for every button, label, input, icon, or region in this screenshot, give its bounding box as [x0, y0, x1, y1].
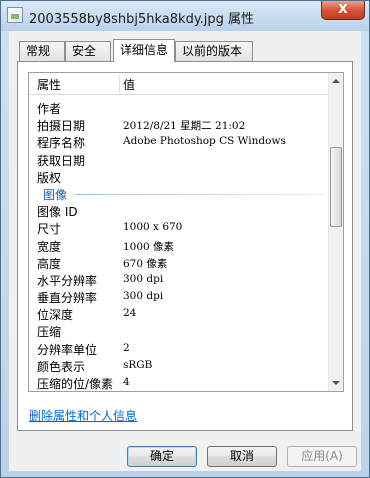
dialog-client: 常规 安全 详细信息 以前的版本 属性 值 作者 拍摄日期 2012/8/21 … [9, 31, 361, 471]
column-header-property[interactable]: 属性 [37, 76, 61, 93]
list-item[interactable]: 获取日期 [29, 151, 329, 168]
title-bar[interactable]: 2003558by8shbj5hka8kdy.jpg 属性 X [1, 1, 369, 31]
close-button[interactable]: X [321, 1, 365, 20]
list-item[interactable]: 颜色表示 sRGB [29, 357, 329, 374]
vertical-scrollbar[interactable] [328, 73, 343, 391]
property-value: 2 [123, 341, 130, 354]
scroll-down-arrow-icon[interactable] [332, 381, 340, 385]
property-name: 水平分辨率 [37, 273, 98, 288]
group-label: 图像 [43, 187, 68, 202]
remove-properties-link[interactable]: 删除属性和个人信息 [29, 407, 137, 424]
apply-button[interactable]: 应用(A) [287, 446, 357, 467]
property-name: 分辨率单位 [37, 342, 98, 357]
list-item[interactable]: 位深度 24 [29, 305, 329, 322]
image-file-icon [7, 7, 23, 23]
property-name: 程序名称 [37, 136, 86, 151]
property-value: 670 像素 [123, 257, 168, 270]
list-item[interactable]: 压缩 [29, 322, 329, 339]
property-value: sRGB [123, 358, 153, 371]
column-divider[interactable] [119, 75, 120, 93]
property-name: 压缩 [37, 325, 62, 340]
list-item[interactable]: 作者 [29, 99, 329, 116]
list-item[interactable]: 宽度 1000 像素 [29, 237, 329, 254]
group-header-image: 图像 [29, 185, 329, 202]
property-value: 2012/8/21 星期二 21:02 [123, 120, 246, 133]
property-name: 作者 [37, 102, 62, 116]
list-item[interactable]: 版权 [29, 168, 329, 185]
property-name: 颜色表示 [37, 359, 86, 374]
list-item[interactable]: 尺寸 1000 x 670 [29, 219, 329, 236]
property-name: 拍摄日期 [37, 119, 86, 134]
list-item[interactable]: 水平分辨率 300 dpi [29, 271, 329, 288]
property-name: 获取日期 [37, 153, 86, 168]
list-header: 属性 值 [29, 73, 329, 95]
property-value: Adobe Photoshop CS Windows [123, 135, 286, 148]
list-item[interactable]: 高度 670 像素 [29, 254, 329, 271]
property-value: 4 [123, 376, 130, 388]
cancel-button[interactable]: 取消 [207, 446, 277, 467]
ok-button[interactable]: 确定 [127, 446, 197, 467]
property-name: 图像 ID [37, 205, 78, 220]
property-name: 垂直分辨率 [37, 291, 98, 306]
property-value: 24 [123, 307, 137, 320]
property-value: 300 dpi [123, 272, 164, 285]
tab-security[interactable]: 安全 [65, 41, 111, 61]
scroll-thumb[interactable] [330, 147, 342, 227]
list-item[interactable]: 分辨率单位 2 [29, 340, 329, 357]
list-item[interactable]: 垂直分辨率 300 dpi [29, 288, 329, 305]
tab-general[interactable]: 常规 [19, 41, 65, 61]
properties-window: 2003558by8shbj5hka8kdy.jpg 属性 X 常规 安全 详细… [0, 0, 370, 478]
property-name: 位深度 [37, 308, 74, 323]
group-divider [75, 193, 325, 195]
list-item[interactable]: 程序名称 Adobe Photoshop CS Windows [29, 133, 329, 150]
property-name: 尺寸 [37, 222, 62, 237]
tab-previous-versions[interactable]: 以前的版本 [175, 41, 253, 61]
property-name: 高度 [37, 256, 62, 271]
property-value: 300 dpi [123, 290, 164, 303]
list-rows: 作者 拍摄日期 2012/8/21 星期二 21:02 程序名称 Adobe P… [29, 99, 329, 391]
tab-details[interactable]: 详细信息 [113, 39, 175, 62]
list-item[interactable]: 图像 ID [29, 202, 329, 219]
property-value: 1000 像素 [123, 240, 175, 253]
properties-list[interactable]: 属性 值 作者 拍摄日期 2012/8/21 星期二 21:02 程序名称 Ad… [28, 72, 344, 392]
list-item[interactable]: 拍摄日期 2012/8/21 星期二 21:02 [29, 116, 329, 133]
list-item[interactable]: 压缩的位/像素 4 [29, 374, 329, 391]
property-name: 版权 [37, 170, 62, 185]
property-name: 宽度 [37, 239, 62, 254]
property-value: 1000 x 670 [123, 221, 183, 234]
scroll-up-arrow-icon[interactable] [332, 79, 340, 83]
property-name: 压缩的位/像素 [37, 377, 114, 391]
window-title: 2003558by8shbj5hka8kdy.jpg 属性 [29, 12, 255, 27]
column-header-value[interactable]: 值 [123, 76, 135, 93]
details-panel: 属性 值 作者 拍摄日期 2012/8/21 星期二 21:02 程序名称 Ad… [17, 61, 353, 431]
